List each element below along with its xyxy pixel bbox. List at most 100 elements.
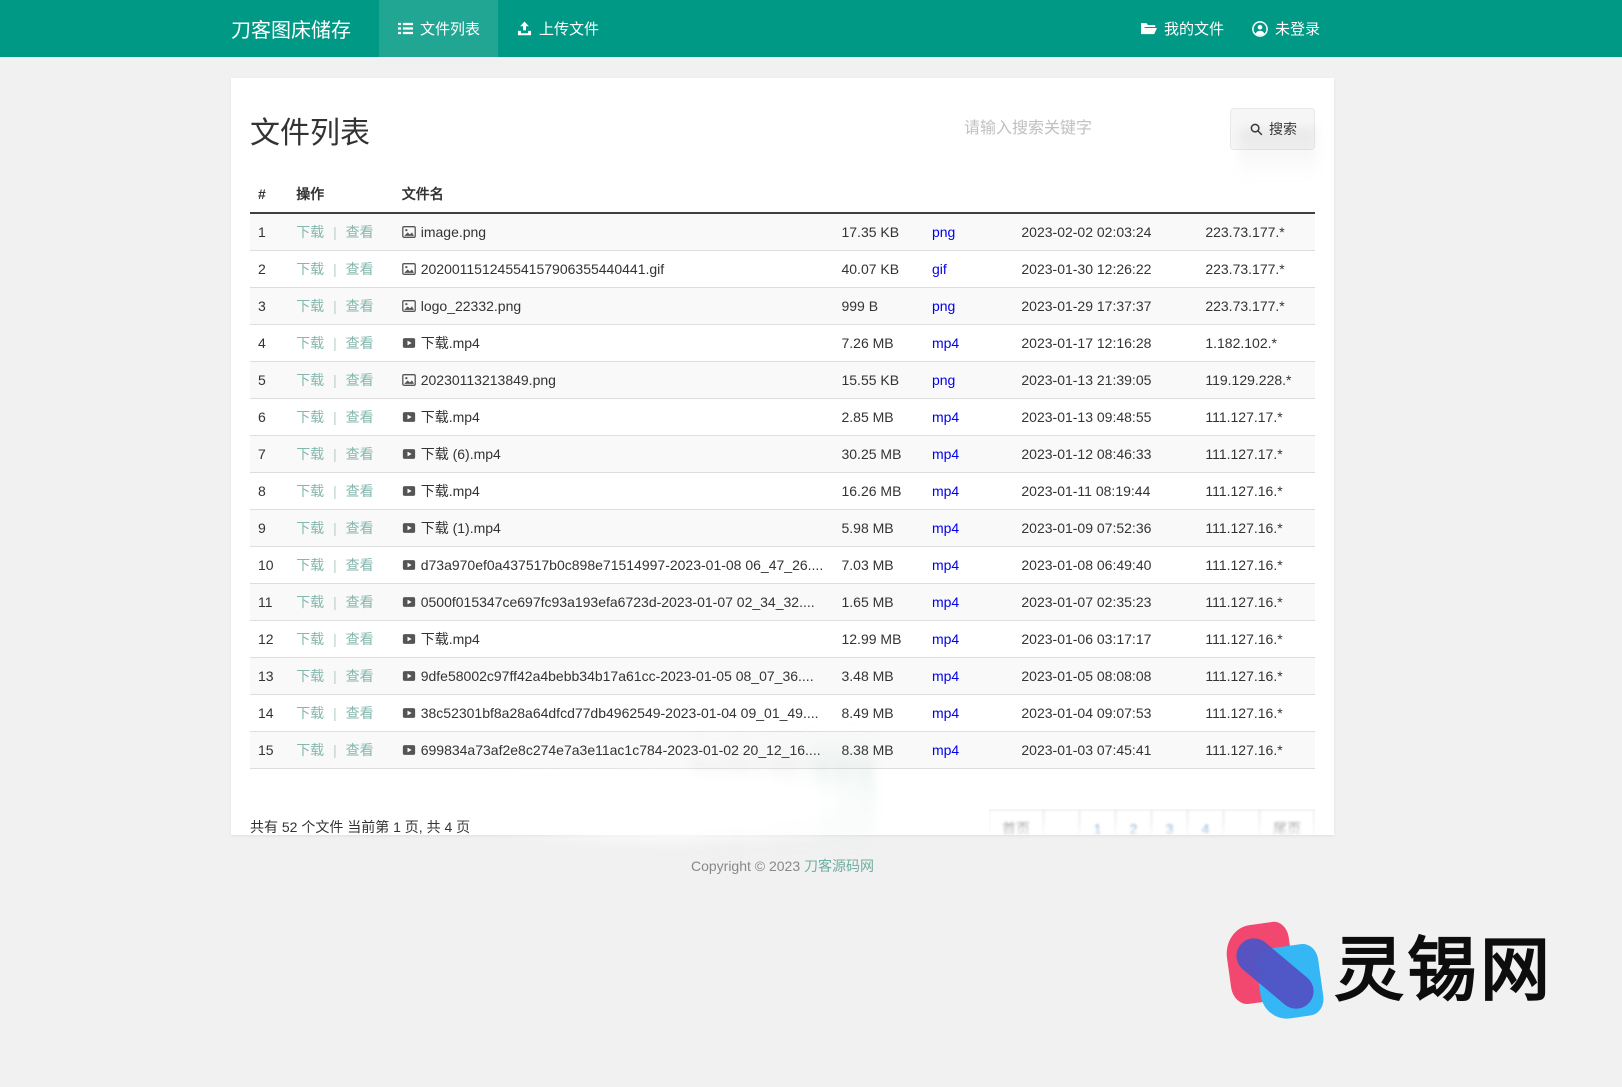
pagination-cell[interactable]: 1 <box>1079 809 1116 835</box>
upload-date: 2023-01-03 07:45:41 <box>1013 732 1197 769</box>
view-link[interactable]: 查看 <box>346 372 374 388</box>
upload-date: 2023-01-07 02:35:23 <box>1013 584 1197 621</box>
download-link[interactable]: 下载 <box>296 335 324 351</box>
pagination-cell[interactable] <box>1223 809 1260 835</box>
download-link[interactable]: 下载 <box>296 557 324 573</box>
pagination-cell[interactable]: 4 <box>1187 809 1224 835</box>
download-link[interactable]: 下载 <box>296 520 324 536</box>
view-link[interactable]: 查看 <box>346 483 374 499</box>
row-filename-cell: 下载.mp4 <box>394 325 834 362</box>
search-input[interactable] <box>958 111 1218 147</box>
view-link[interactable]: 查看 <box>346 631 374 647</box>
table-row: 13 下载 | 查看 9dfe58002c97ff42a4bebb34b17a6… <box>250 658 1315 695</box>
download-link[interactable]: 下载 <box>296 705 324 721</box>
file-type-link[interactable]: mp4 <box>932 705 959 721</box>
download-link[interactable]: 下载 <box>296 668 324 684</box>
row-actions: 下载 | 查看 <box>288 251 394 288</box>
pagination-cell[interactable]: 首页 <box>988 809 1044 835</box>
row-filename-cell: 0500f015347ce697fc93a193efa6723d-2023-01… <box>394 584 834 621</box>
download-link[interactable]: 下载 <box>296 372 324 388</box>
pagination-cell[interactable]: 3 <box>1151 809 1188 835</box>
file-type-link[interactable]: gif <box>932 261 947 277</box>
action-separator: | <box>329 409 340 425</box>
download-link[interactable]: 下载 <box>296 483 324 499</box>
view-link[interactable]: 查看 <box>346 520 374 536</box>
view-link[interactable]: 查看 <box>346 298 374 314</box>
table-row: 14 下载 | 查看 38c52301bf8a28a64dfcd77db4962… <box>250 695 1315 732</box>
login-status-button[interactable]: 未登录 <box>1238 0 1334 57</box>
row-filename-cell: 下载 (1).mp4 <box>394 510 834 547</box>
file-type-link[interactable]: png <box>932 298 955 314</box>
file-type-link[interactable]: mp4 <box>932 557 959 573</box>
row-actions: 下载 | 查看 <box>288 399 394 436</box>
row-index: 8 <box>250 473 288 510</box>
download-link[interactable]: 下载 <box>296 409 324 425</box>
uploader-ip: 111.127.17.* <box>1197 436 1315 473</box>
row-filename-cell: 下载.mp4 <box>394 473 834 510</box>
header-index: # <box>250 176 288 213</box>
row-index: 4 <box>250 325 288 362</box>
download-link[interactable]: 下载 <box>296 298 324 314</box>
action-separator: | <box>329 224 340 240</box>
view-link[interactable]: 查看 <box>346 446 374 462</box>
file-type-link[interactable]: mp4 <box>932 631 959 647</box>
table-row: 5 下载 | 查看 20230113213849.png 15.55 KB pn… <box>250 362 1315 399</box>
tab-upload[interactable]: 上传文件 <box>498 0 617 57</box>
file-type-link[interactable]: mp4 <box>932 594 959 610</box>
video-file-icon <box>402 484 416 498</box>
download-link[interactable]: 下载 <box>296 446 324 462</box>
search-button[interactable]: 搜索 <box>1230 108 1315 150</box>
view-link[interactable]: 查看 <box>346 705 374 721</box>
file-type-link[interactable]: mp4 <box>932 668 959 684</box>
row-actions: 下载 | 查看 <box>288 213 394 251</box>
video-file-icon <box>402 558 416 572</box>
upload-icon <box>516 21 532 37</box>
table-row: 9 下载 | 查看 下载 (1).mp4 5.98 MB mp4 2023-01… <box>250 510 1315 547</box>
tab-file-list[interactable]: 文件列表 <box>379 0 498 57</box>
row-filename-cell: 699834a73af2e8c274e7a3e11ac1c784-2023-01… <box>394 732 834 769</box>
download-link[interactable]: 下载 <box>296 261 324 277</box>
file-type-link[interactable]: mp4 <box>932 335 959 351</box>
action-separator: | <box>329 298 340 314</box>
video-file-icon <box>402 336 416 350</box>
view-link[interactable]: 查看 <box>346 557 374 573</box>
view-link[interactable]: 查看 <box>346 261 374 277</box>
header-actions: 操作 <box>288 176 394 213</box>
view-link[interactable]: 查看 <box>346 742 374 758</box>
file-name: 0500f015347ce697fc93a193efa6723d-2023-01… <box>421 594 815 610</box>
site-link[interactable]: 刀客源码网 <box>804 858 874 874</box>
file-type-link[interactable]: mp4 <box>932 483 959 499</box>
table-row: 4 下载 | 查看 下载.mp4 7.26 MB mp4 2023-01-17 … <box>250 325 1315 362</box>
pagination-cell[interactable]: 尾页 <box>1259 809 1315 835</box>
view-link[interactable]: 查看 <box>346 409 374 425</box>
action-separator: | <box>329 261 340 277</box>
action-separator: | <box>329 520 340 536</box>
download-link[interactable]: 下载 <box>296 631 324 647</box>
download-link[interactable]: 下载 <box>296 224 324 240</box>
file-type-link[interactable]: mp4 <box>932 446 959 462</box>
file-type-cell: mp4 <box>924 584 1013 621</box>
view-link[interactable]: 查看 <box>346 335 374 351</box>
file-type-link[interactable]: mp4 <box>932 409 959 425</box>
download-link[interactable]: 下载 <box>296 742 324 758</box>
my-files-button[interactable]: 我的文件 <box>1127 0 1238 57</box>
view-link[interactable]: 查看 <box>346 668 374 684</box>
table-row: 3 下载 | 查看 logo_22332.png 999 B png 2023-… <box>250 288 1315 325</box>
view-link[interactable]: 查看 <box>346 594 374 610</box>
upload-date: 2023-01-12 08:46:33 <box>1013 436 1197 473</box>
tab-file-list-label: 文件列表 <box>420 18 480 39</box>
file-type-cell: gif <box>924 251 1013 288</box>
file-size: 30.25 MB <box>833 436 923 473</box>
image-file-icon <box>402 225 416 239</box>
file-type-link[interactable]: png <box>932 224 955 240</box>
file-type-link[interactable]: png <box>932 372 955 388</box>
download-link[interactable]: 下载 <box>296 594 324 610</box>
file-type-link[interactable]: mp4 <box>932 520 959 536</box>
pagination-cell[interactable]: 2 <box>1115 809 1152 835</box>
file-type-link[interactable]: mp4 <box>932 742 959 758</box>
file-type-cell: mp4 <box>924 473 1013 510</box>
video-file-icon <box>402 706 416 720</box>
view-link[interactable]: 查看 <box>346 224 374 240</box>
brand[interactable]: 刀客图床储存 <box>231 0 379 57</box>
pagination-cell[interactable] <box>1043 809 1080 835</box>
